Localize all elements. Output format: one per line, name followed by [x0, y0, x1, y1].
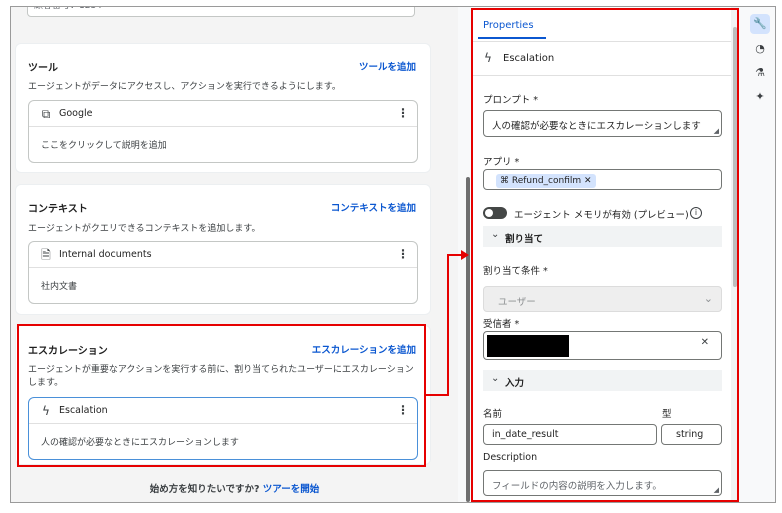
properties-highlight-box [471, 8, 739, 502]
tools-card: ツール ツールを追加 エージェントがデータにアクセスし、アクションを実行できるよ… [15, 43, 431, 173]
start-tour-link[interactable]: ツアーを開始 [263, 484, 319, 495]
tools-title: ツール [28, 63, 58, 74]
escalation-highlight-box [17, 324, 426, 467]
tool-item-description[interactable]: ここをクリックして説明を追加 [41, 138, 167, 151]
tour-prompt-text: 始め方を知りたいですか? [149, 484, 260, 495]
tools-description: エージェントがデータにアクセスし、アクションを実行できるようにします。 [28, 82, 341, 92]
context-item-header: 🗎 Internal documents ⋮ [29, 242, 417, 268]
context-description: エージェントがクエリできるコンテキストを追加します。 [28, 224, 261, 234]
context-item-description[interactable]: 社内文書 [41, 279, 77, 292]
right-rail: 🔧 ◔ ⚗ ✦ [745, 7, 775, 502]
wrench-icon[interactable]: 🔧 [750, 14, 770, 34]
agent-config-column: 顧客番号：1234 ツール ツールを追加 エージェントがデータにアクセスし、アク… [11, 7, 458, 502]
more-menu-icon[interactable]: ⋮ [397, 247, 409, 261]
tool-item-header: ⧉ Google ⋮ [29, 101, 417, 127]
connector-line [447, 254, 449, 396]
app-window: 顧客番号：1234 ツール ツールを追加 エージェントがデータにアクセスし、アク… [10, 6, 776, 503]
connector-line [426, 394, 448, 396]
flask-icon[interactable]: ⚗ [750, 63, 770, 83]
connector-arrowhead [461, 250, 469, 260]
tour-prompt: 始め方を知りたいですか? ツアーを開始 [11, 481, 458, 495]
left-scrollbar[interactable] [466, 177, 470, 502]
tool-icon: ⧉ [41, 107, 51, 121]
gauge-icon[interactable]: ◔ [750, 39, 770, 59]
more-menu-icon[interactable]: ⋮ [397, 106, 409, 120]
document-icon: 🗎 [41, 248, 51, 262]
tool-item-google[interactable]: ⧉ Google ⋮ ここをクリックして説明を追加 [28, 100, 418, 163]
sparkle-icon[interactable]: ✦ [750, 87, 770, 107]
context-item-name: Internal documents [59, 249, 152, 260]
context-item-internal-documents[interactable]: 🗎 Internal documents ⋮ 社内文書 [28, 241, 418, 304]
add-context-button[interactable]: コンテキストを追加 [331, 200, 416, 214]
tool-item-name: Google [59, 108, 93, 119]
context-title: コンテキスト [28, 204, 88, 215]
top-input-field[interactable]: 顧客番号：1234 [27, 7, 415, 17]
add-tool-button[interactable]: ツールを追加 [359, 59, 416, 73]
context-card: コンテキスト コンテキストを追加 エージェントがクエリできるコンテキストを追加し… [15, 184, 431, 315]
